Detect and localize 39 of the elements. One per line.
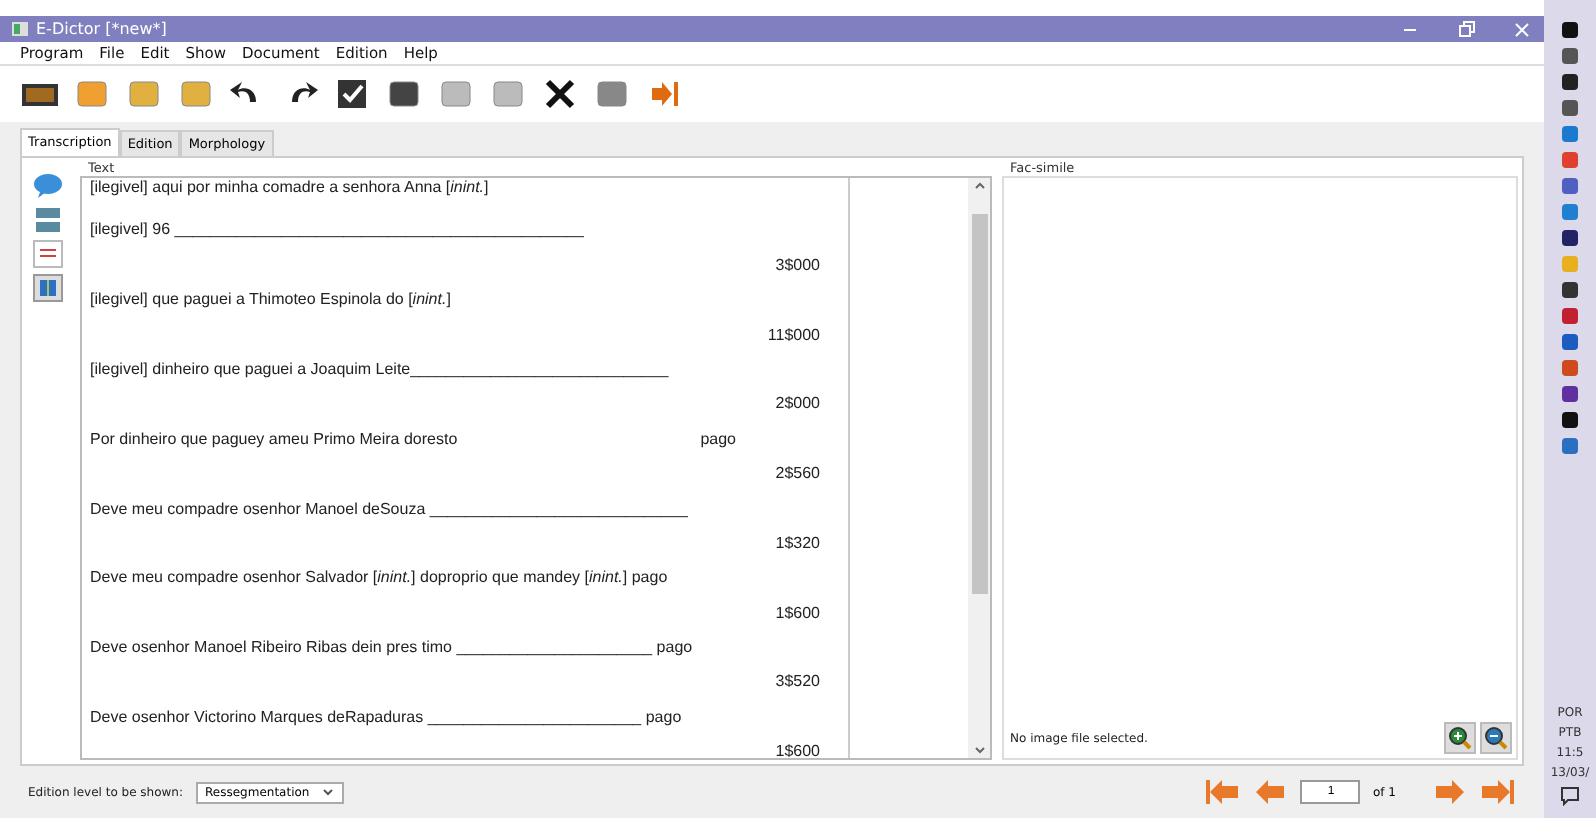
scroll-down-icon[interactable] bbox=[971, 742, 987, 758]
transcription-line: Deve osenhor Manoel Ribeiro Ribas dein pres timo ______________________ pago bbox=[90, 636, 693, 661]
first-page-icon[interactable] bbox=[1204, 778, 1241, 806]
amount-text: 1$600 bbox=[775, 740, 820, 765]
previous-page-icon[interactable] bbox=[1252, 778, 1289, 806]
amount-text: 3$000 bbox=[775, 253, 820, 278]
speech-bubble-icon[interactable] bbox=[32, 172, 64, 200]
transcription-line: Por dinheiro que paguey ameu Primo Meira doresto bbox=[90, 427, 458, 452]
notification-icon[interactable] bbox=[1560, 786, 1580, 806]
transcription-line: [ilegivel] que paguei a Thimoteo Espinola do [inint.] bbox=[90, 288, 451, 313]
transcription-line: [ilegivel] aqui por minha comadre a senhora Anna [inint.] bbox=[90, 178, 489, 200]
caret-icon bbox=[321, 788, 334, 796]
checkbox-icon[interactable] bbox=[332, 76, 372, 112]
grid-icon[interactable] bbox=[32, 274, 64, 302]
amount-text: 2$000 bbox=[775, 392, 820, 417]
transcription-line: [ilegivel] dinheiro que paguei a Joaquim Leite_____________________________ bbox=[90, 357, 669, 382]
last-page-icon[interactable] bbox=[1480, 778, 1516, 806]
next-page-icon[interactable] bbox=[1432, 778, 1468, 806]
lines-icon[interactable] bbox=[32, 240, 64, 268]
scrollbar[interactable] bbox=[968, 178, 990, 758]
restore-icon[interactable] bbox=[1456, 19, 1476, 39]
amount-text: 11$000 bbox=[767, 323, 820, 348]
scroll-up-icon[interactable] bbox=[971, 178, 987, 194]
layers-icon[interactable] bbox=[32, 206, 64, 234]
transcription-line: [ilegivel] 96 ______________________________________________ bbox=[90, 218, 584, 243]
text-editor[interactable] bbox=[80, 176, 992, 760]
transcription-line: Deve meu compadre osenhor Salvador [inint.] doproprio que mandey [inint.] pago bbox=[90, 566, 668, 591]
close-icon[interactable] bbox=[540, 76, 580, 112]
transcription-line: Deve osenhor Victorino Marques deRapaduras ________________________ pago bbox=[90, 705, 682, 730]
paid-note: pago bbox=[700, 427, 738, 452]
window-title: E-Dictor [*new*] bbox=[36, 20, 169, 38]
zoom-in-button[interactable] bbox=[1444, 722, 1476, 754]
transcription-line: Deve meu compadre osenhor Manoel deSouza _____________________________ bbox=[90, 497, 688, 522]
amount-text: 2$560 bbox=[775, 462, 820, 487]
amount-text: 3$520 bbox=[775, 670, 820, 695]
zoom-out-button[interactable] bbox=[1480, 722, 1512, 754]
amount-text: 1$600 bbox=[775, 601, 820, 626]
app-icon bbox=[12, 22, 28, 36]
amount-text: 1$320 bbox=[775, 531, 820, 556]
